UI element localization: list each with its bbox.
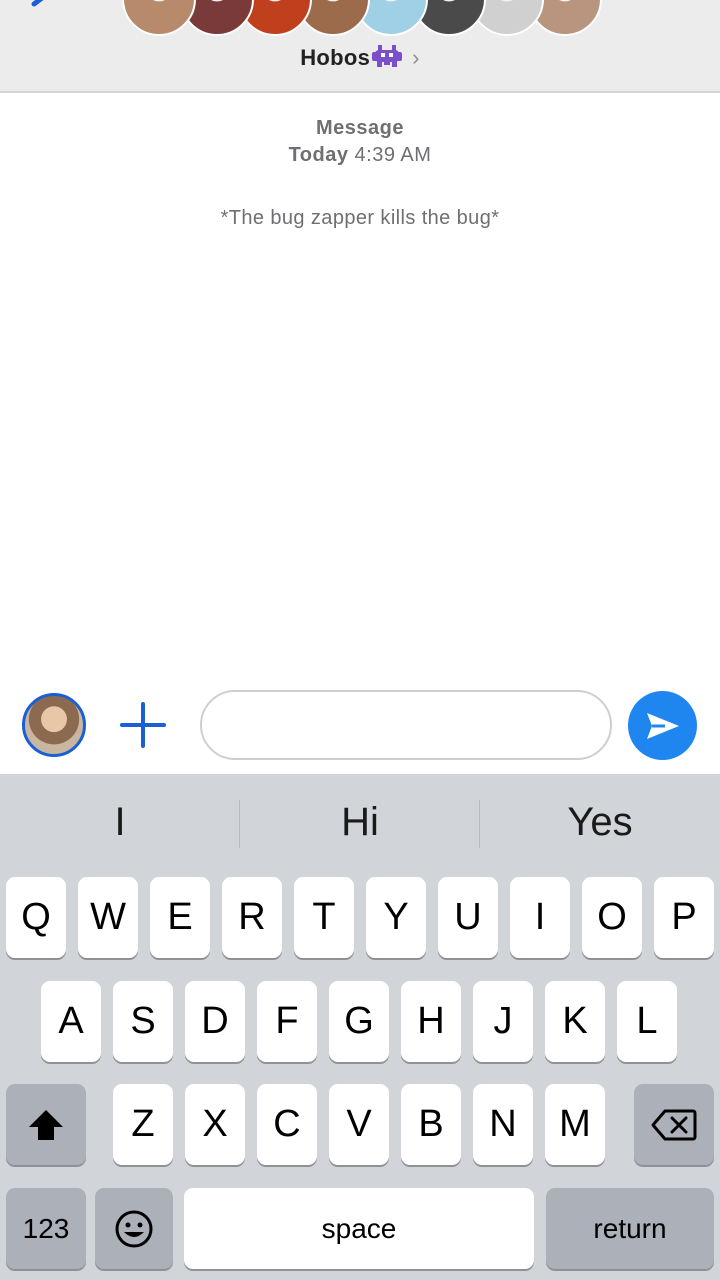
participant-avatars[interactable] [122,0,602,36]
my-avatar[interactable] [22,693,86,757]
key-n[interactable]: N [473,1084,533,1165]
backspace-icon [651,1109,697,1140]
timestamp-day: Today [288,144,349,166]
predictive-bar: I Hi Yes [0,774,720,874]
key-d[interactable]: D [185,981,245,1062]
composer-bar [0,680,720,774]
keyboard: I Hi Yes 123 space return QWERTYUIOPASDF… [0,774,720,1280]
key-r[interactable]: R [222,877,282,958]
key-e[interactable]: E [150,877,210,958]
key-u[interactable]: U [438,877,498,958]
emoji-key[interactable] [95,1188,173,1269]
key-y[interactable]: Y [366,877,426,958]
send-arrow-icon [646,712,679,739]
chat-header: Hobos › [0,0,720,93]
key-s[interactable]: S [113,981,173,1062]
chevron-right-icon: › [412,44,420,70]
key-b[interactable]: B [401,1084,461,1165]
suggestion-3[interactable]: Yes [480,800,720,845]
group-title[interactable]: Hobos › [0,44,720,74]
key-o[interactable]: O [582,877,642,958]
key-x[interactable]: X [185,1084,245,1165]
message-timestamp: Today 4:39 AM [0,144,720,167]
back-chevron-icon[interactable] [28,0,54,14]
key-l[interactable]: L [617,981,677,1062]
message-meta-label: Message [316,117,404,139]
plus-icon[interactable] [118,700,168,750]
shift-arrow-icon [29,1109,63,1140]
key-p[interactable]: P [654,877,714,958]
message-input[interactable] [200,690,612,760]
key-k[interactable]: K [545,981,605,1062]
key-t[interactable]: T [294,877,354,958]
key-h[interactable]: H [401,981,461,1062]
key-g[interactable]: G [329,981,389,1062]
system-message: *The bug zapper kills the bug* [220,207,500,229]
key-j[interactable]: J [473,981,533,1062]
key-q[interactable]: Q [6,877,66,958]
key-a[interactable]: A [41,981,101,1062]
numbers-key[interactable]: 123 [6,1188,86,1269]
key-w[interactable]: W [78,877,138,958]
key-z[interactable]: Z [113,1084,173,1165]
key-i[interactable]: I [510,877,570,958]
key-v[interactable]: V [329,1084,389,1165]
send-button[interactable] [628,691,697,760]
participant-avatar[interactable] [122,0,196,36]
emoji-face-icon [115,1210,153,1247]
key-m[interactable]: M [545,1084,605,1165]
key-f[interactable]: F [257,981,317,1062]
space-key[interactable]: space [184,1188,534,1269]
group-name: Hobos [300,44,371,70]
suggestion-1[interactable]: I [0,800,240,845]
return-key[interactable]: return [546,1188,714,1269]
suggestion-2[interactable]: Hi [240,800,480,845]
timestamp-time: 4:39 AM [354,144,432,166]
alien-monster-emoji-icon [372,44,403,74]
shift-key[interactable] [6,1084,86,1165]
delete-key[interactable] [634,1084,714,1165]
key-c[interactable]: C [257,1084,317,1165]
